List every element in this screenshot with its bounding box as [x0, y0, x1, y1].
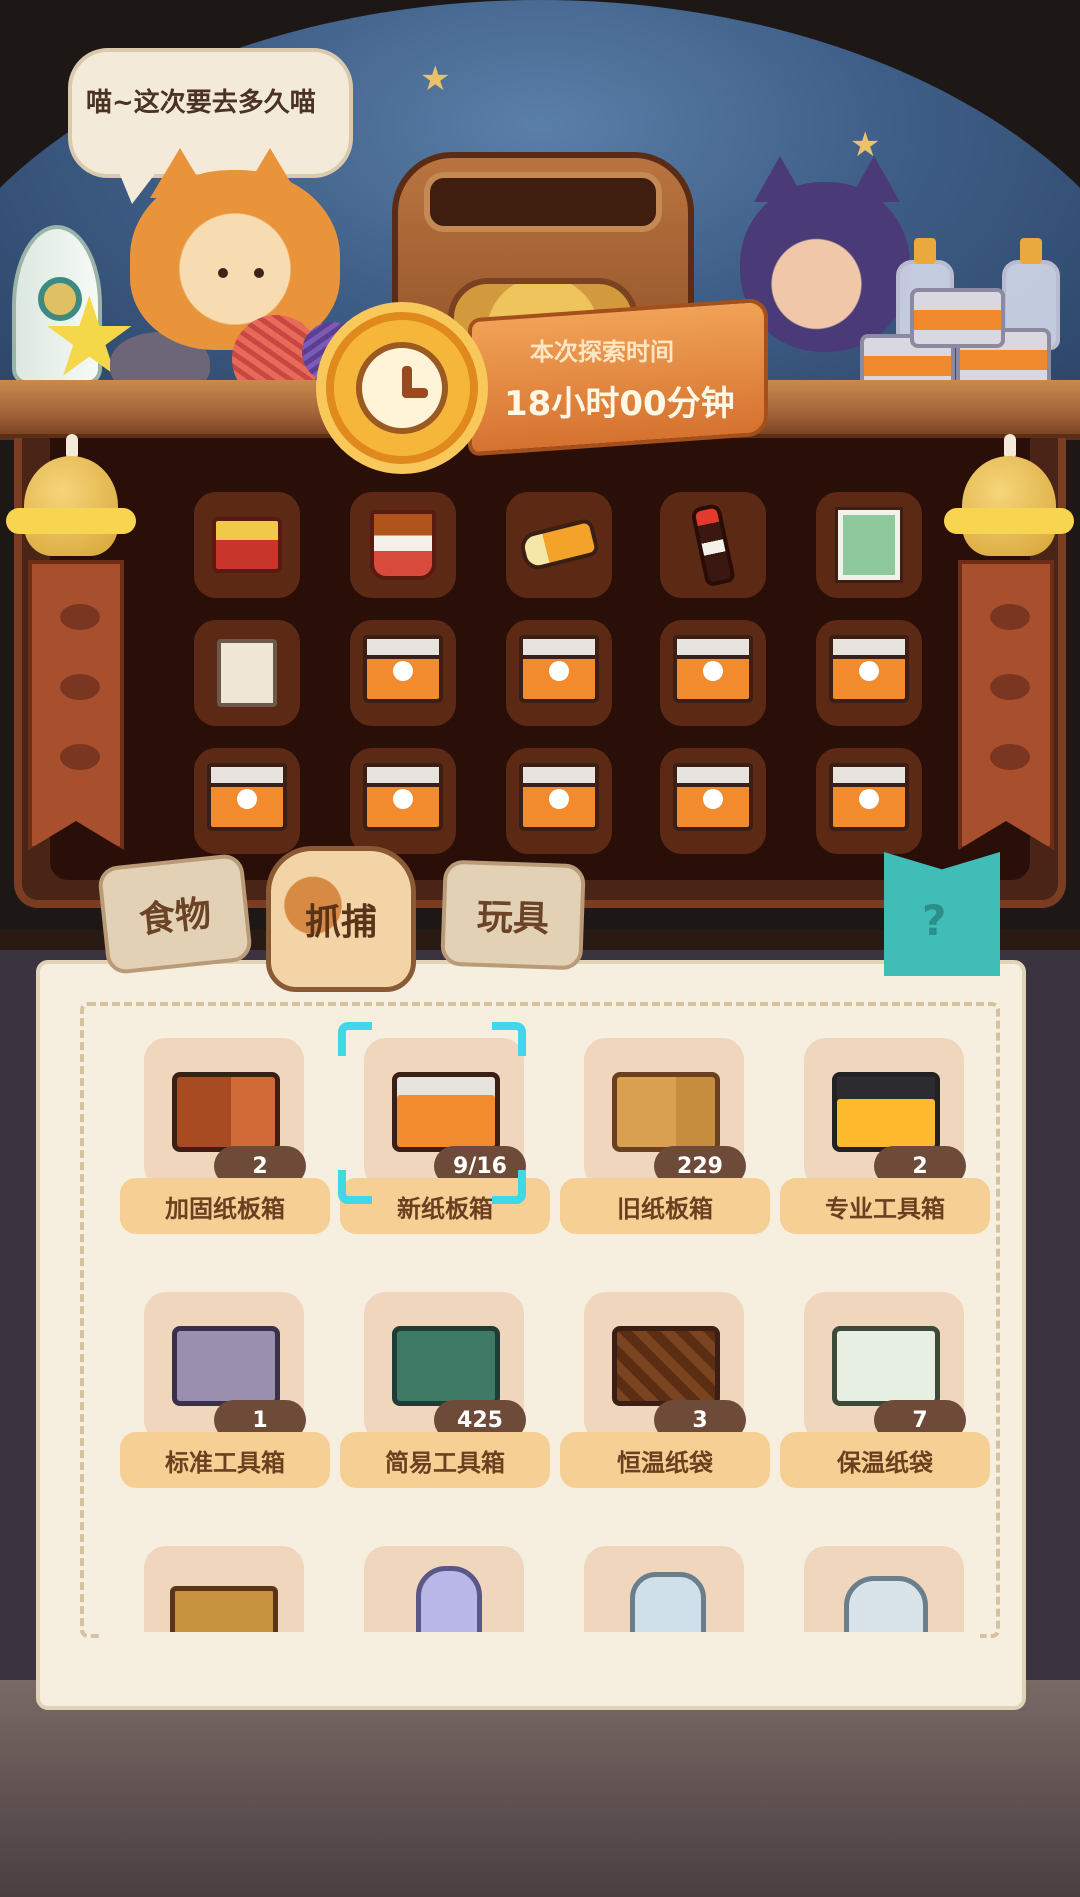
- backpack-slot[interactable]: [506, 748, 612, 854]
- fried-chicken-bucket-icon: [370, 510, 436, 580]
- new-cardboard-box-icon: [207, 763, 287, 831]
- fish-cans-icon: [860, 258, 1060, 398]
- backpack-slot[interactable]: [660, 492, 766, 598]
- backpack-slot[interactable]: [816, 620, 922, 726]
- backpack-slot[interactable]: [194, 492, 300, 598]
- selection-corner: [492, 1022, 526, 1056]
- backpack-slot[interactable]: [660, 620, 766, 726]
- food-basket-icon: [212, 517, 282, 573]
- new-cardboard-box-icon: [829, 763, 909, 831]
- timer-label: 本次探索时间: [530, 338, 674, 366]
- new-cardboard-box-icon: [363, 635, 443, 703]
- reinforced-cardboard-box-icon: [172, 1072, 280, 1152]
- item-card[interactable]: 425 简易工具箱: [340, 1292, 564, 1492]
- tab-label: 食物: [137, 893, 214, 942]
- bell-icon: [944, 434, 1074, 576]
- fish-banner-left: [28, 560, 124, 850]
- bell-icon: [6, 434, 136, 576]
- simple-toolbox-icon: [392, 1326, 500, 1406]
- thermal-bag-icon: [612, 1326, 720, 1406]
- portrait-card-icon: [835, 507, 903, 583]
- item-name: 旧纸板箱: [560, 1178, 770, 1234]
- new-cardboard-box-icon: [392, 1072, 500, 1152]
- new-cardboard-box-icon: [519, 635, 599, 703]
- backpack-slot[interactable]: [660, 748, 766, 854]
- fish-banner-right: [958, 560, 1054, 850]
- backpack-slot[interactable]: [506, 620, 612, 726]
- new-cardboard-box-icon: [829, 635, 909, 703]
- item-name: 标准工具箱: [120, 1432, 330, 1488]
- soda-bottle-icon: [690, 502, 736, 588]
- item-name: 加固纸板箱: [120, 1178, 330, 1234]
- backpack-slot[interactable]: [350, 748, 456, 854]
- page-bottom-mask: [100, 1632, 980, 1680]
- item-name: 专业工具箱: [780, 1178, 990, 1234]
- order-note-icon: [217, 639, 277, 707]
- backpack-slot[interactable]: [350, 620, 456, 726]
- item-card[interactable]: 229 旧纸板箱: [560, 1038, 784, 1238]
- new-cardboard-box-icon: [519, 763, 599, 831]
- item-card[interactable]: 2 加固纸板箱: [120, 1038, 344, 1238]
- selection-corner: [492, 1170, 526, 1204]
- clock-icon[interactable]: [326, 312, 478, 464]
- new-cardboard-box-icon: [363, 763, 443, 831]
- timer-value: 18小时00分钟: [504, 384, 735, 424]
- old-cardboard-box-icon: [612, 1072, 720, 1152]
- tab-catch[interactable]: 抓捕: [266, 846, 416, 992]
- backpack-slot[interactable]: [350, 492, 456, 598]
- speech-text: 喵~这次要去多久喵: [86, 88, 316, 118]
- star-icon: ★: [420, 59, 451, 99]
- item-name: 简易工具箱: [340, 1432, 550, 1488]
- cat-speech-bubble: 喵~这次要去多久喵: [68, 48, 353, 204]
- selection-corner: [338, 1022, 372, 1056]
- backpack-slot[interactable]: [194, 620, 300, 726]
- backpack-slot[interactable]: [194, 748, 300, 854]
- new-cardboard-box-icon: [673, 635, 753, 703]
- new-cardboard-box-icon: [673, 763, 753, 831]
- item-card[interactable]: 1 标准工具箱: [120, 1292, 344, 1492]
- item-name: 保温纸袋: [780, 1432, 990, 1488]
- standard-toolbox-icon: [172, 1326, 280, 1406]
- backpack-slot[interactable]: [506, 492, 612, 598]
- tab-label: 玩具: [476, 896, 550, 941]
- orange-cat-character: [130, 148, 340, 350]
- flashlight-icon: [517, 517, 601, 573]
- backpack-slot[interactable]: [816, 748, 922, 854]
- question-mark-icon: ?: [922, 896, 947, 945]
- selection-corner: [338, 1170, 372, 1204]
- item-name: 恒温纸袋: [560, 1432, 770, 1488]
- tab-toys[interactable]: 玩具: [440, 859, 586, 971]
- tab-label: 抓捕: [304, 902, 377, 943]
- expedition-scene: ★ ★ 喵~这次要去多久喵 ★ 本次探索时间 18小时00分钟: [0, 0, 1080, 930]
- help-bookmark[interactable]: ?: [884, 852, 1000, 976]
- item-card[interactable]: 3 恒温纸袋: [560, 1292, 784, 1492]
- tab-food[interactable]: 食物: [96, 852, 254, 976]
- pro-toolbox-icon: [832, 1072, 940, 1152]
- insulated-bag-icon: [832, 1326, 940, 1406]
- item-card[interactable]: 7 保温纸袋: [780, 1292, 1004, 1492]
- backpack-slot[interactable]: [816, 492, 922, 598]
- item-card-selected[interactable]: 9/16 新纸板箱: [340, 1038, 564, 1238]
- item-card[interactable]: 2 专业工具箱: [780, 1038, 1004, 1238]
